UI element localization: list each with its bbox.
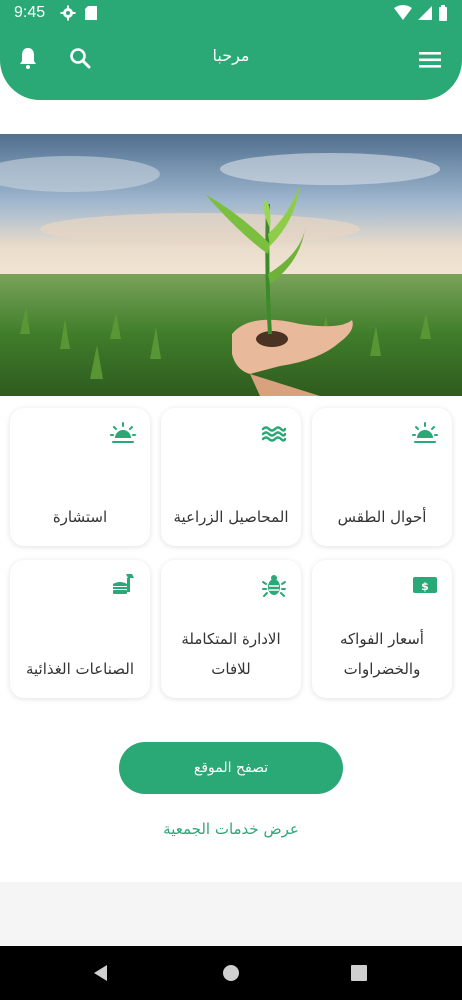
hero-image-illustration bbox=[0, 134, 462, 396]
card-weather[interactable]: أحوال الطقس bbox=[312, 408, 452, 546]
card-consultation[interactable]: استشارة bbox=[10, 408, 150, 546]
browse-site-button[interactable]: تصفح الموقع bbox=[119, 742, 343, 794]
card-label: الصناعات الغذائية bbox=[25, 660, 134, 678]
sun-weather-icon bbox=[412, 422, 438, 443]
bug-icon bbox=[262, 575, 286, 597]
system-navigation-bar bbox=[0, 946, 462, 1000]
status-time: 9:45 bbox=[14, 4, 46, 21]
card-food-industries[interactable]: الصناعات الغذائية bbox=[10, 560, 150, 698]
recents-icon[interactable] bbox=[350, 964, 368, 982]
gear-icon bbox=[60, 5, 76, 21]
sd-card-icon bbox=[85, 6, 97, 20]
sun-weather-icon bbox=[110, 422, 136, 443]
view-services-link[interactable]: عرض خدمات الجمعية bbox=[0, 820, 462, 838]
card-label: أسعار الفواكه والخضراوات bbox=[340, 630, 424, 678]
wifi-icon bbox=[394, 5, 412, 20]
card-crops[interactable]: المحاصيل الزراعية bbox=[161, 408, 301, 546]
menu-icon[interactable] bbox=[418, 48, 442, 72]
status-bar: 9:45 bbox=[0, 0, 462, 28]
hero-banner-image bbox=[0, 134, 462, 396]
card-label: استشارة bbox=[52, 508, 108, 526]
signal-icon bbox=[418, 6, 432, 20]
card-label: المحاصيل الزراعية bbox=[173, 508, 289, 526]
card-label: أحوال الطقس bbox=[337, 508, 427, 526]
card-fruit-vegetable-prices[interactable]: $ أسعار الفواكه والخضراوات bbox=[312, 560, 452, 698]
page-title: مرحبا bbox=[212, 46, 250, 65]
waves-icon bbox=[261, 426, 287, 442]
price-tag-icon: $ bbox=[413, 577, 437, 593]
food-icon bbox=[113, 574, 134, 594]
app-header: مرحبا bbox=[0, 28, 462, 100]
card-integrated-pest-management[interactable]: الادارة المتكاملة للافات bbox=[161, 560, 301, 698]
battery-icon bbox=[439, 5, 447, 21]
home-icon[interactable] bbox=[222, 964, 240, 982]
bottom-bar bbox=[0, 882, 462, 946]
svg-text:$: $ bbox=[421, 580, 429, 593]
back-icon[interactable] bbox=[92, 964, 110, 982]
card-label: الادارة المتكاملة للافات bbox=[181, 630, 281, 678]
